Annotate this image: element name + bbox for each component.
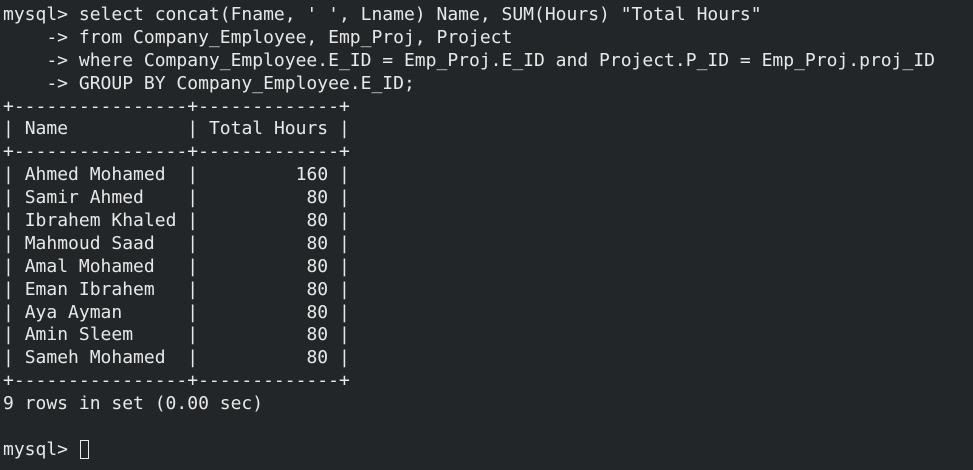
result-summary: 9 rows in set (0.00 sec) <box>3 393 264 415</box>
query-text: from Company_Employee, Emp_Proj, Project <box>78 26 513 48</box>
result-table: +----------------+-------------+ | Name |… <box>3 96 973 394</box>
column-header: Total Hours <box>208 118 329 140</box>
query-line-4: -> GROUP BY Company_Employee.E_ID; <box>3 73 973 96</box>
table-row: | Amal Mohamed | 80 | <box>3 255 350 277</box>
continuation-prompt: -> <box>3 72 79 94</box>
query-line-2: -> from Company_Employee, Emp_Proj, Proj… <box>3 27 973 50</box>
table-header-row: | Name | Total Hours | <box>3 118 350 140</box>
table-cell: Ibrahem Khaled <box>24 210 177 232</box>
query-line-3: -> where Company_Employee.E_ID = Emp_Pro… <box>3 50 973 73</box>
active-prompt-line[interactable]: mysql> <box>3 439 973 462</box>
table-cell: 80 <box>306 278 329 300</box>
table-cell: 80 <box>306 210 329 232</box>
query-line-1: mysql> select concat(Fname, ' ', Lname) … <box>3 4 973 27</box>
table-row: | Eman Ibrahem | 80 | <box>3 278 350 300</box>
table-cell: 80 <box>306 347 329 369</box>
table-row: | Samir Ahmed | 80 | <box>3 187 350 209</box>
query-text: select concat(Fname, ' ', Lname) Name, S… <box>78 4 762 25</box>
table-row: | Aya Ayman | 80 | <box>3 301 350 323</box>
table-cell: Aya Ayman <box>24 301 123 323</box>
table-row: | Ahmed Mohamed | 160 | <box>3 164 350 186</box>
table-cell: Samir Ahmed <box>24 187 144 209</box>
table-cell: Sameh Mohamed <box>24 347 166 369</box>
table-border: +----------------+-------------+ <box>3 95 350 117</box>
continuation-prompt: -> <box>3 49 79 71</box>
mysql-prompt: mysql> <box>3 438 79 460</box>
table-cell: Mahmoud Saad <box>24 232 155 254</box>
query-text: GROUP BY Company_Employee.E_ID; <box>78 72 415 94</box>
table-border: +----------------+-------------+ <box>3 370 350 392</box>
table-row: | Ibrahem Khaled | 80 | <box>3 210 350 232</box>
text-cursor[interactable] <box>79 439 89 459</box>
continuation-prompt: -> <box>3 26 79 48</box>
table-cell: 80 <box>306 324 329 346</box>
query-text: where Company_Employee.E_ID = Emp_Proj.E… <box>78 49 935 71</box>
table-row: | Mahmoud Saad | 80 | <box>3 232 350 254</box>
mysql-prompt: mysql> <box>3 4 79 25</box>
column-header: Name <box>24 118 69 140</box>
table-cell: 80 <box>306 232 329 254</box>
table-border: +----------------+-------------+ <box>3 141 350 163</box>
terminal-window[interactable]: mysql> select concat(Fname, ' ', Lname) … <box>0 0 973 470</box>
table-cell: Eman Ibrahem <box>24 278 155 300</box>
table-cell: 80 <box>306 301 329 323</box>
table-cell: Amal Mohamed <box>24 255 155 277</box>
table-row: | Sameh Mohamed | 80 | <box>3 347 350 369</box>
table-cell: Amin Sleem <box>24 324 134 346</box>
table-cell: 80 <box>306 255 329 277</box>
table-cell: Ahmed Mohamed <box>24 164 166 186</box>
table-cell: 80 <box>306 187 329 209</box>
table-row: | Amin Sleem | 80 | <box>3 324 350 346</box>
table-cell: 160 <box>295 164 329 186</box>
